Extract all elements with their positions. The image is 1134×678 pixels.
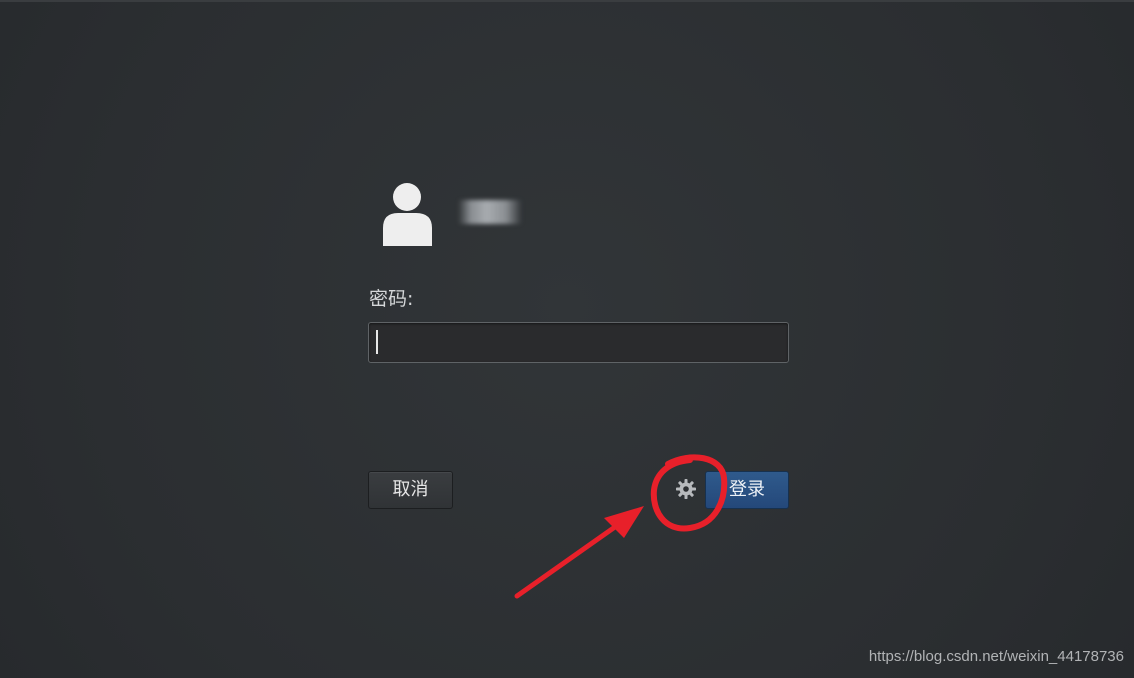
top-divider	[0, 0, 1134, 2]
password-input[interactable]	[368, 322, 789, 363]
login-screen: 密码: 取消 登录 https://blog.csdn.net/weixin_4…	[0, 0, 1134, 678]
gear-icon[interactable]	[674, 477, 698, 501]
username-label[interactable]	[458, 200, 522, 224]
watermark: https://blog.csdn.net/weixin_44178736	[868, 648, 1124, 665]
annotation-arrow-shaft	[514, 519, 625, 599]
password-label: 密码:	[369, 288, 414, 310]
text-cursor	[376, 330, 378, 354]
annotation-arrow-head	[604, 506, 644, 538]
user-avatar-icon	[380, 180, 436, 248]
cancel-button[interactable]: 取消	[368, 471, 453, 509]
login-button[interactable]: 登录	[705, 471, 789, 509]
